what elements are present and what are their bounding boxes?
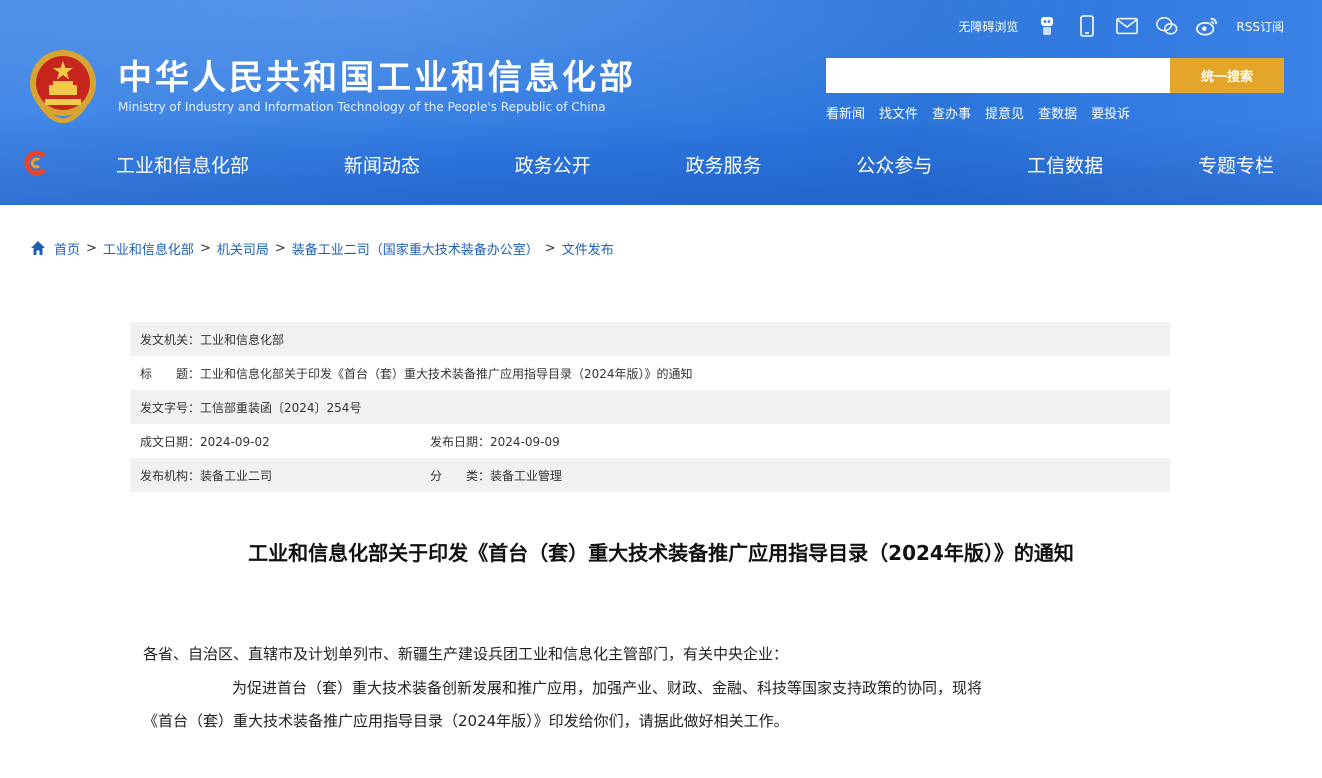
document-meta-table: 发文机关：工业和信息化部 标 题：工业和信息化部关于印发《首台（套）重大技术装备… — [130, 322, 1170, 492]
breadcrumb: 首页 > 工业和信息化部 > 机关司局 > 装备工业二司（国家重大技术装备办公室… — [30, 238, 614, 258]
quicklink-services[interactable]: 查办事 — [932, 103, 971, 122]
meta-issuer: 发文机关：工业和信息化部 — [140, 332, 285, 347]
quicklink-complaint[interactable]: 要投诉 — [1091, 103, 1130, 122]
nav-special-topics[interactable]: 专题专栏 — [1172, 147, 1300, 182]
meta-title: 标 题：工业和信息化部关于印发《首台（套）重大技术装备推广应用指导目录（2024… — [140, 366, 693, 381]
breadcrumb-separator: > — [274, 240, 286, 256]
meta-row: 成文日期：2024-09-02 发布日期：2024-09-09 — [130, 424, 1170, 458]
breadcrumb-separator: > — [199, 240, 211, 256]
weibo-icon[interactable] — [1196, 15, 1218, 37]
meta-published-date: 发布日期：2024-09-09 — [430, 434, 560, 449]
breadcrumb-separator: > — [86, 240, 97, 256]
national-emblem-icon[interactable] — [27, 47, 99, 123]
breadcrumb-miit[interactable]: 工业和信息化部 — [103, 239, 194, 258]
rss-link[interactable]: RSS订阅 — [1236, 18, 1284, 35]
meta-row: 发布机构：装备工业二司 分 类：装备工业管理 — [130, 458, 1170, 492]
quicklink-feedback[interactable]: 提意见 — [985, 103, 1024, 122]
mail-icon[interactable] — [1116, 15, 1139, 37]
meta-publisher: 发布机构：装备工业二司 — [140, 468, 273, 483]
breadcrumb-separator: > — [544, 240, 556, 256]
mobile-icon[interactable] — [1076, 15, 1098, 37]
meta-row: 发文字号：工信部重装函〔2024〕254号 — [130, 390, 1170, 424]
breadcrumb-departments[interactable]: 机关司局 — [217, 239, 269, 258]
breadcrumb-file-release[interactable]: 文件发布 — [562, 239, 614, 258]
site-title: 中华人民共和国工业和信息化部 — [118, 58, 636, 98]
meta-category: 分 类：装备工业管理 — [430, 468, 563, 483]
wechat-icon[interactable] — [1156, 15, 1178, 37]
home-icon[interactable] — [30, 240, 46, 256]
quicklink-news[interactable]: 看新闻 — [826, 103, 865, 122]
nav-government-services[interactable]: 政务服务 — [659, 147, 787, 182]
quick-links: 看新闻 找文件 查办事 提意见 查数据 要投诉 — [826, 103, 1130, 122]
nav-data[interactable]: 工信数据 — [1001, 147, 1129, 182]
site-subtitle: Ministry of Industry and Information Tec… — [118, 100, 606, 114]
article-paragraph: 为促进首台（套）重大技术装备创新发展和推广应用，加强产业、财政、金融、科技等国家… — [232, 679, 983, 697]
search-input[interactable] — [826, 58, 1170, 93]
article-paragraph-continued: 《首台（套）重大技术装备推广应用指导目录（2024年版）》印发给你们，请据此做好… — [143, 712, 789, 730]
meta-doc-number: 发文字号：工信部重装函〔2024〕254号 — [140, 400, 362, 415]
article-addressee: 各省、自治区、直辖市及计划单列市、新疆生产建设兵团工业和信息化主管部门，有关中央… — [143, 645, 789, 663]
meta-row: 标 题：工业和信息化部关于印发《首台（套）重大技术装备推广应用指导目录（2024… — [130, 356, 1170, 390]
breadcrumb-equipment-dept[interactable]: 装备工业二司（国家重大技术装备办公室） — [292, 239, 539, 258]
nav-government-affairs[interactable]: 政务公开 — [489, 147, 617, 182]
nav-miit[interactable]: 工业和信息化部 — [90, 147, 275, 182]
unified-search-button[interactable]: 统一搜索 — [1170, 58, 1284, 93]
meta-row: 发文机关：工业和信息化部 — [130, 322, 1170, 356]
article-title: 工业和信息化部关于印发《首台（套）重大技术装备推广应用指导目录（2024年版）》… — [248, 541, 1074, 565]
robot-assistant-icon[interactable] — [1036, 15, 1058, 37]
search-bar: 统一搜索 — [826, 58, 1284, 93]
accessibility-link[interactable]: 无障碍浏览 — [958, 18, 1018, 35]
nav-news[interactable]: 新闻动态 — [318, 147, 446, 182]
nav-public-participation[interactable]: 公众参与 — [830, 147, 958, 182]
main-navigation: 工业和信息化部 新闻动态 政务公开 政务服务 公众参与 工信数据 专题专栏 — [90, 142, 1300, 186]
meta-created-date: 成文日期：2024-09-02 — [140, 434, 270, 449]
top-utility-links: 无障碍浏览 RSS订阅 — [958, 12, 1284, 40]
quicklink-data[interactable]: 查数据 — [1038, 103, 1077, 122]
breadcrumb-home[interactable]: 首页 — [54, 239, 80, 258]
quicklink-files[interactable]: 找文件 — [879, 103, 918, 122]
miit-logo-icon[interactable] — [24, 150, 50, 176]
site-header: 中华人民共和国工业和信息化部 Ministry of Industry and … — [0, 0, 1322, 205]
